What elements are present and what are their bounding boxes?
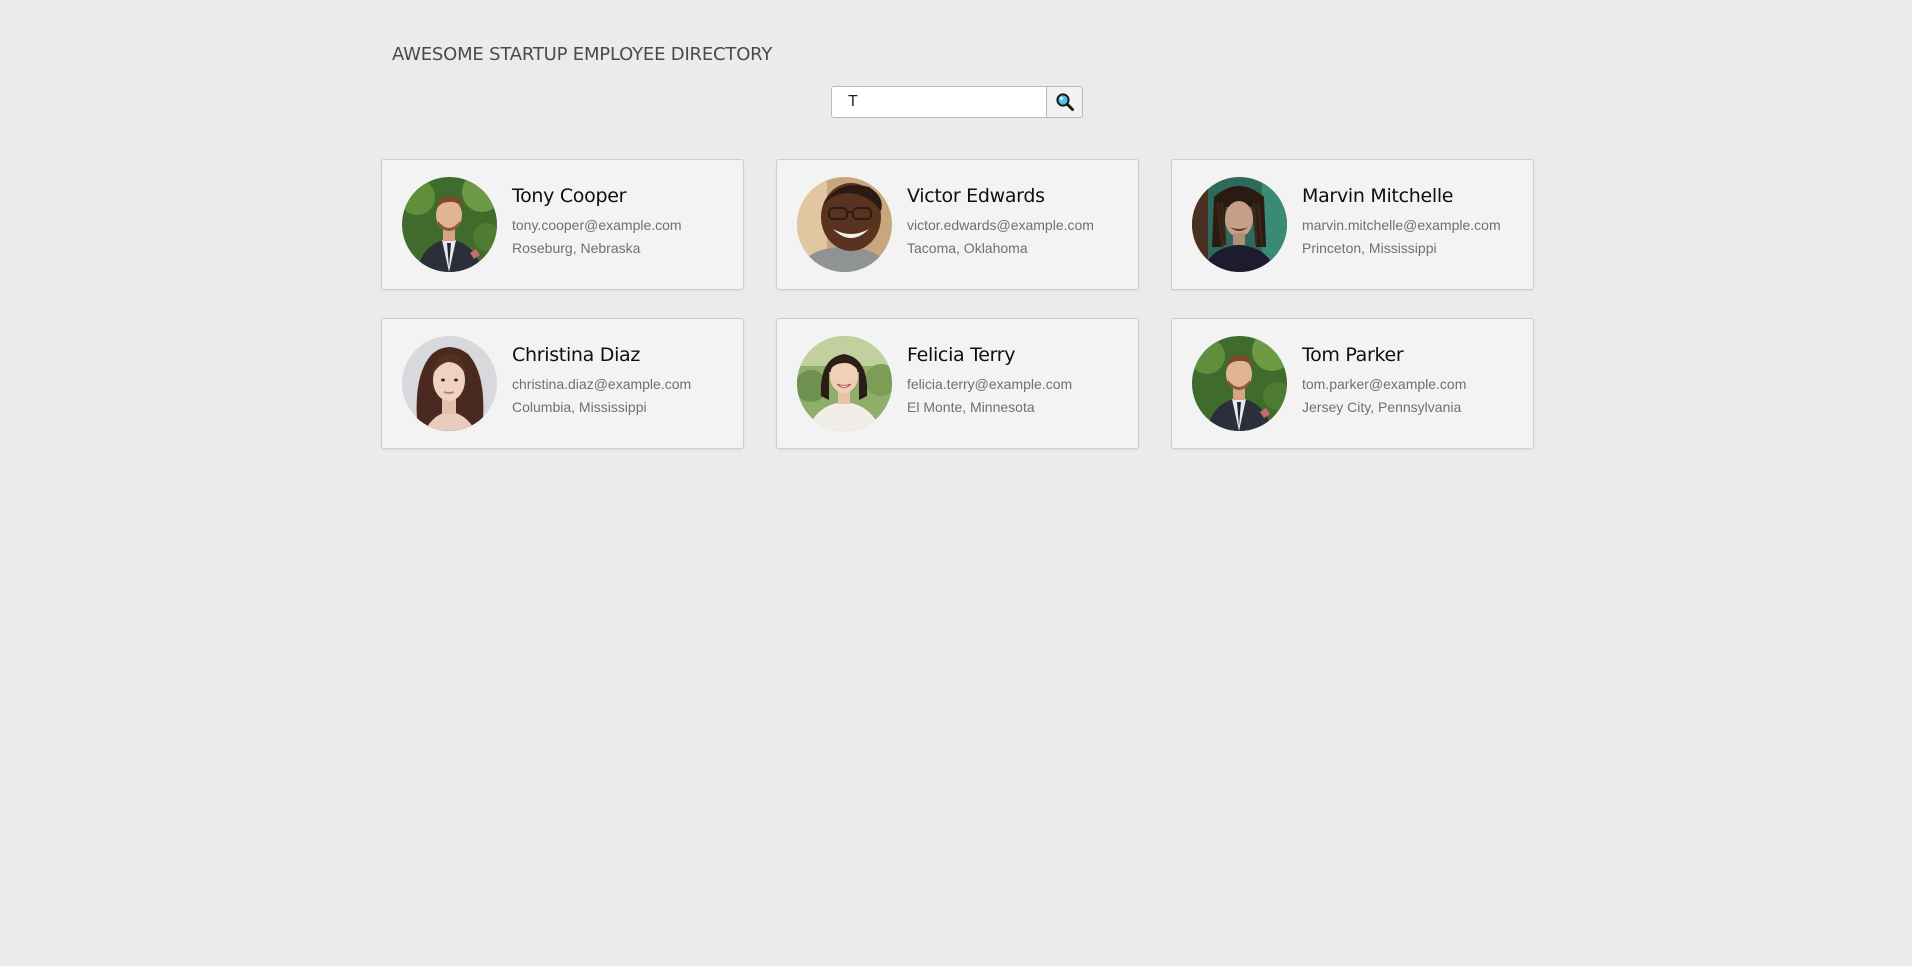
employee-email: tony.cooper@example.com <box>512 217 682 233</box>
employee-info: Felicia Terry felicia.terry@example.com … <box>907 344 1072 419</box>
employee-avatar <box>1192 336 1287 431</box>
employee-name: Tony Cooper <box>512 185 627 207</box>
employee-name: Felicia Terry <box>907 344 1016 366</box>
employee-avatar <box>1192 177 1287 272</box>
employee-email: tom.parker@example.com <box>1302 376 1467 392</box>
employee-location: Roseburg, Nebraska <box>512 240 641 256</box>
employee-avatar <box>402 336 497 431</box>
employee-email: christina.diaz@example.com <box>512 376 692 392</box>
employee-email: marvin.mitchelle@example.com <box>1302 217 1501 233</box>
employee-card[interactable]: Christina Diaz christina.diaz@example.co… <box>381 318 744 449</box>
employee-info: Marvin Mitchelle marvin.mitchelle@exampl… <box>1302 185 1501 260</box>
employee-location: Columbia, Mississippi <box>512 399 647 415</box>
employee-info: Christina Diaz christina.diaz@example.co… <box>512 344 691 419</box>
employee-name: Victor Edwards <box>907 185 1045 207</box>
employee-avatar <box>797 336 892 431</box>
search-input[interactable] <box>831 86 1047 118</box>
employee-card[interactable]: Tony Cooper tony.cooper@example.com Rose… <box>381 159 744 290</box>
employee-location: Tacoma, Oklahoma <box>907 240 1028 256</box>
employee-card[interactable]: Marvin Mitchelle marvin.mitchelle@exampl… <box>1171 159 1534 290</box>
employee-location: Jersey City, Pennsylvania <box>1302 399 1462 415</box>
employee-name: Tom Parker <box>1302 344 1404 366</box>
employee-info: Tony Cooper tony.cooper@example.com Rose… <box>512 185 682 260</box>
search-form <box>831 86 1083 118</box>
employee-avatar <box>797 177 892 272</box>
employee-email: felicia.terry@example.com <box>907 376 1073 392</box>
search-submit-button[interactable] <box>1047 86 1083 118</box>
employee-directory-page: AWESOME STARTUP EMPLOYEE DIRECTORY T Ton… <box>0 0 1912 966</box>
employee-name: Christina Diaz <box>512 344 641 366</box>
magnifier-icon <box>1055 93 1074 111</box>
employee-card[interactable]: Victor Edwards victor.edwards@example.co… <box>776 159 1139 290</box>
page-title: AWESOME STARTUP EMPLOYEE DIRECTORY <box>392 44 773 65</box>
employee-card[interactable]: Felicia Terry felicia.terry@example.com … <box>776 318 1139 449</box>
employee-info: Tom Parker tom.parker@example.com Jersey… <box>1302 344 1466 419</box>
employee-email: victor.edwards@example.com <box>907 217 1094 233</box>
employee-location: Princeton, Mississippi <box>1302 240 1437 256</box>
employee-info: Victor Edwards victor.edwards@example.co… <box>907 185 1094 260</box>
employee-location: El Monte, Minnesota <box>907 399 1035 415</box>
employee-gallery: Tony Cooper tony.cooper@example.com Rose… <box>381 159 1534 449</box>
employee-card[interactable]: Tom Parker tom.parker@example.com Jersey… <box>1171 318 1534 449</box>
employee-avatar <box>402 177 497 272</box>
employee-name: Marvin Mitchelle <box>1302 185 1454 207</box>
